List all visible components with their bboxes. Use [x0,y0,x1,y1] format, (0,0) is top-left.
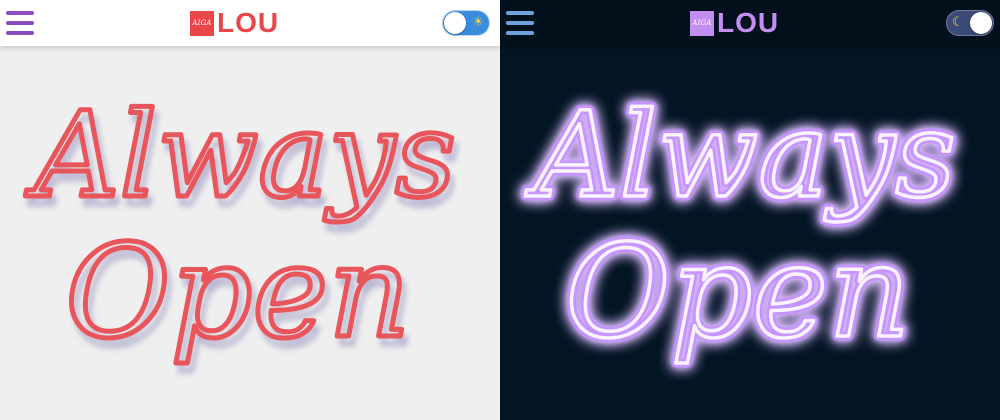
menu-bar [506,11,534,15]
neon-sign: Always Open Always Open [521,82,961,372]
top-bar: AIGA LOU ☾ [500,0,1000,46]
site-logo[interactable]: AIGA LOU [190,9,279,37]
logo-box-text: AIGA [692,19,712,27]
top-bar: AIGA LOU ☀ [0,0,500,46]
neon-sign: Always Open [23,84,459,370]
menu-bar [6,21,34,25]
neon-text-open: Open [565,218,910,367]
toggle-knob [444,12,466,34]
theme-toggle[interactable]: ☀ [442,10,490,36]
logo-box-text: AIGA [192,19,212,27]
sun-icon: ☀ [472,15,484,30]
menu-bar [6,11,34,15]
logo-box: AIGA [690,10,714,36]
logo-box: AIGA [190,10,214,36]
menu-icon[interactable] [6,10,34,36]
toggle-knob [970,12,992,34]
logo-word: LOU [717,7,780,38]
theme-toggle[interactable]: ☾ [946,10,994,36]
menu-bar [6,31,34,35]
light-mode-panel: AIGA LOU ☀ Always Open [0,0,500,420]
neon-text-open: Open [65,218,410,367]
site-logo[interactable]: AIGA LOU [690,9,779,37]
neon-text-always: Always [525,86,956,224]
logo-word: LOU [217,7,280,38]
moon-icon: ☾ [952,15,964,30]
menu-bar [506,21,534,25]
menu-bar [506,31,534,35]
menu-icon[interactable] [506,10,534,36]
neon-text-always: Always [25,86,456,224]
comparison-view: AIGA LOU ☀ Always Open AIGA LOU ☾ Always… [0,0,1000,420]
dark-mode-panel: AIGA LOU ☾ Always Open Always Open [500,0,1000,420]
